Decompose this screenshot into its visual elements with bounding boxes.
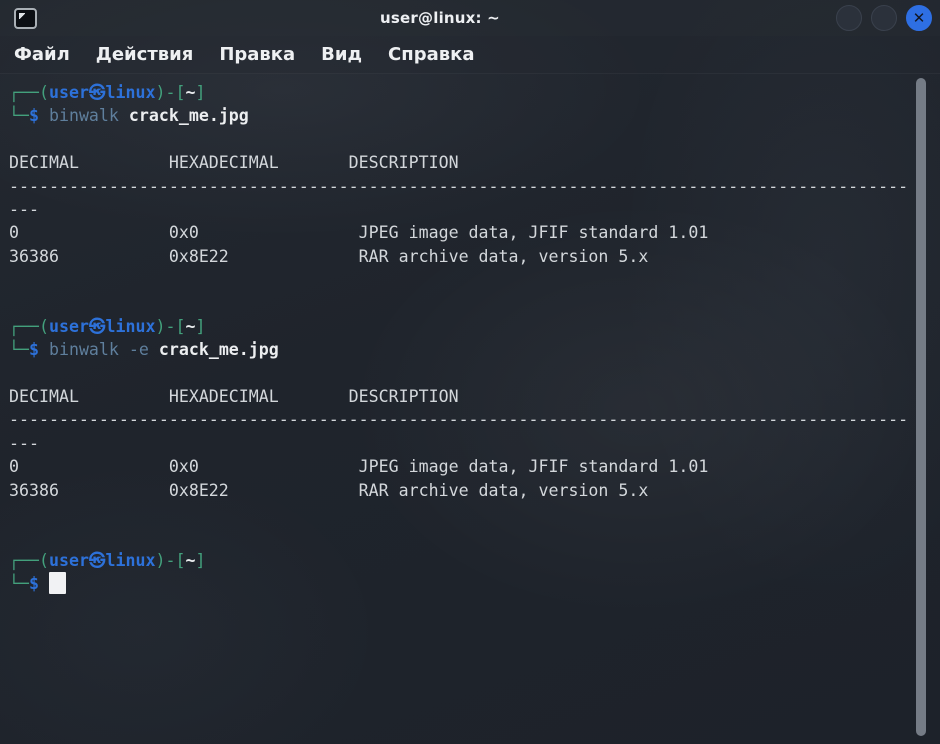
terminal-line: 36386 0x8E22 RAR archive data, version 5… [9,245,914,268]
terminal-line [9,268,914,291]
close-icon: ✕ [913,9,926,27]
window-controls: ✕ [836,5,932,31]
terminal-line: DECIMAL HEXADECIMAL DESCRIPTION [9,385,914,408]
close-button[interactable]: ✕ [906,5,932,31]
terminal-line: --- [9,432,914,455]
terminal-line: └─$ binwalk crack_me.jpg [9,104,914,127]
terminal-line: 36386 0x8E22 RAR archive data, version 5… [9,479,914,502]
terminal-line: └─$ binwalk -e crack_me.jpg [9,338,914,361]
terminal-content: ┌──(user㉿linux)-[~]└─$ binwalk crack_me.… [9,81,914,596]
terminal-line: 0 0x0 JPEG image data, JFIF standard 1.0… [9,455,914,478]
terminal-line: ┌──(user㉿linux)-[~] [9,549,914,572]
menu-actions[interactable]: Действия [96,44,194,65]
terminal-line [9,362,914,385]
terminal-line: ----------------------------------------… [9,408,914,431]
minimize-button[interactable] [836,5,862,31]
menu-edit[interactable]: Правка [219,44,295,65]
terminal-window: user@linux: ~ ✕ Файл Действия Правка Вид… [0,0,940,744]
terminal-line [9,128,914,151]
terminal-line: └─$ [9,572,914,595]
menu-help[interactable]: Справка [388,44,474,65]
scrollbar-track[interactable] [915,76,927,740]
terminal-line: 0 0x0 JPEG image data, JFIF standard 1.0… [9,221,914,244]
terminal-line [9,525,914,548]
terminal-line: DECIMAL HEXADECIMAL DESCRIPTION [9,151,914,174]
maximize-button[interactable] [871,5,897,31]
terminal-line [9,292,914,315]
menubar: Файл Действия Правка Вид Справка [0,36,940,74]
titlebar[interactable]: user@linux: ~ ✕ [0,0,940,36]
terminal-line: ----------------------------------------… [9,175,914,198]
terminal-line [9,502,914,525]
terminal-line: ┌──(user㉿linux)-[~] [9,81,914,104]
menu-file[interactable]: Файл [14,44,70,65]
terminal-line: ┌──(user㉿linux)-[~] [9,315,914,338]
terminal-cursor [49,572,66,594]
scrollbar-thumb[interactable] [916,78,926,736]
terminal-line: --- [9,198,914,221]
menu-view[interactable]: Вид [321,44,362,65]
window-title: user@linux: ~ [0,0,880,36]
terminal-viewport[interactable]: ┌──(user㉿linux)-[~]└─$ binwalk crack_me.… [0,74,940,744]
